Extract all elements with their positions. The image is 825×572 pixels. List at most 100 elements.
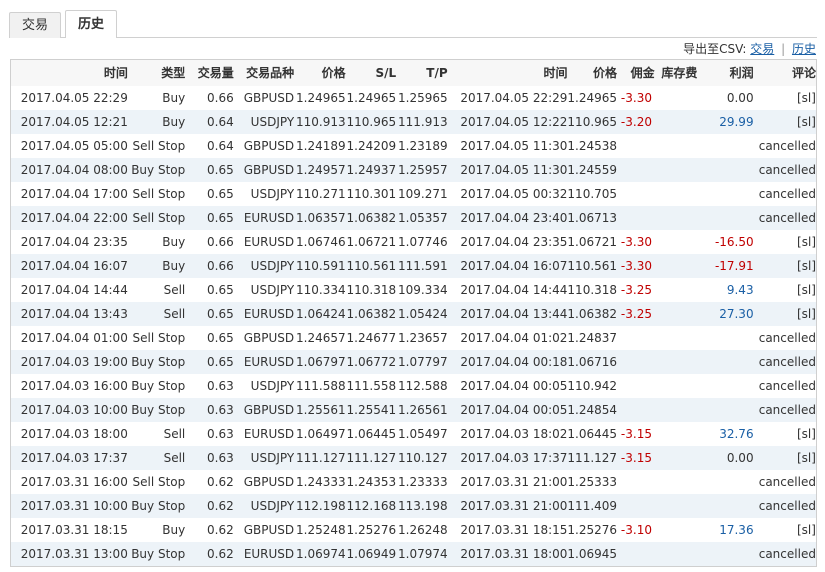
cell-swap [655, 86, 705, 110]
cell-tp: 111.591 [398, 259, 448, 273]
cell-profit [704, 134, 754, 158]
cell-close-price: 1.25276 [567, 523, 617, 537]
cell-open-time: 2017.04.03 16:00 [20, 379, 128, 393]
cell-close-price: 110.942 [567, 379, 617, 393]
cell-swap [655, 158, 705, 182]
cell-swap [655, 398, 705, 422]
header-symbol: 交易品种 [246, 66, 295, 80]
header-open-time: 时间 [103, 66, 128, 80]
cell-comment: [sl] [797, 115, 816, 129]
cell-type: Buy Stop [131, 499, 186, 513]
cell-close-time: 2017.04.04 23:35 [460, 235, 568, 249]
cell-open-time: 2017.04.04 01:00 [20, 331, 128, 345]
cell-swap [655, 470, 705, 494]
cell-open-time: 2017.03.31 16:00 [20, 475, 128, 489]
cell-type: Sell Stop [132, 139, 186, 153]
cell-comment: cancelled [758, 547, 816, 561]
tab-history[interactable]: 历史 [65, 10, 118, 38]
table-row: 2017.03.31 18:15 Buy 0.62 GBPUSD 1.25248 1.25… [11, 518, 816, 542]
cell-sl: 110.301 [346, 187, 397, 201]
tabs-underline [9, 37, 817, 38]
cell-price: 1.06424 [296, 307, 346, 321]
cell-close-time: 2017.04.04 13:44 [460, 307, 568, 321]
cell-volume: 0.65 [207, 187, 234, 201]
cell-sl: 110.561 [346, 259, 397, 273]
cell-profit [704, 182, 754, 206]
cell-profit [704, 542, 754, 566]
cell-profit: 27.30 [719, 307, 754, 321]
table-row: 2017.04.04 08:00 Buy Stop 0.65 GBPUSD 1.2495… [11, 158, 816, 182]
cell-close-time: 2017.04.05 22:29 [460, 91, 568, 105]
cell-tp: 109.271 [398, 187, 448, 201]
cell-tp: 1.07746 [398, 235, 448, 249]
cell-comment: cancelled [758, 379, 816, 393]
cell-open-time: 2017.03.31 10:00 [20, 499, 128, 513]
cell-sl: 1.06382 [346, 211, 397, 225]
cell-commission [617, 182, 655, 206]
cell-close-price: 1.06382 [567, 307, 617, 321]
cell-commission: -3.10 [620, 523, 652, 537]
cell-open-time: 2017.04.03 10:00 [20, 403, 128, 417]
cell-symbol: GBPUSD [243, 475, 295, 489]
cell-price: 110.591 [296, 259, 346, 273]
export-trade-link[interactable]: 交易 [750, 42, 774, 56]
cell-swap [655, 422, 705, 446]
header-type: 类型 [161, 66, 186, 80]
cell-sl: 1.06949 [346, 547, 397, 561]
cell-close-time: 2017.03.31 18:15 [460, 523, 568, 537]
cell-type: Buy Stop [131, 355, 186, 369]
cell-volume: 0.63 [207, 427, 234, 441]
cell-commission: -3.25 [620, 283, 652, 297]
cell-price: 111.127 [296, 451, 346, 465]
table-row: 2017.04.05 22:29 Buy 0.66 GBPUSD 1.24965 1.24… [11, 86, 816, 110]
cell-close-time: 2017.04.03 18:02 [460, 427, 568, 441]
cell-symbol: GBPUSD [243, 523, 295, 537]
cell-type: Sell Stop [132, 475, 186, 489]
cell-commission [617, 134, 655, 158]
cell-tp: 1.05357 [398, 211, 448, 225]
cell-price: 111.588 [296, 379, 346, 393]
cell-price: 110.334 [296, 283, 346, 297]
cell-open-time: 2017.04.03 17:37 [20, 451, 128, 465]
cell-price: 1.06357 [296, 211, 346, 225]
cell-close-price: 111.409 [567, 499, 617, 513]
table-row: 2017.04.03 19:00 Buy Stop 0.65 EURUSD 1.0679… [11, 350, 816, 374]
cell-sl: 111.558 [346, 379, 397, 393]
cell-volume: 0.63 [207, 379, 234, 393]
table-header: 时间 类型 交易量 交易品种 价格 S/L T/P 时间 价格 佣金 库存费 利润 评论 [11, 60, 816, 86]
cell-volume: 0.66 [207, 259, 234, 273]
export-history-link[interactable]: 历史 [792, 42, 816, 56]
table-row: 2017.04.04 17:00 Sell Stop 0.65 USDJPY 110.2… [11, 182, 816, 206]
cell-sl: 1.24677 [346, 331, 397, 345]
cell-type: Buy [162, 523, 186, 537]
cell-commission: -3.25 [620, 307, 652, 321]
cell-volume: 0.64 [207, 115, 234, 129]
cell-tp: 112.588 [398, 379, 448, 393]
cell-close-price: 1.24538 [567, 139, 617, 153]
cell-close-time: 2017.04.04 00:05 [460, 379, 568, 393]
cell-tp: 113.198 [398, 499, 448, 513]
cell-commission: -3.20 [620, 115, 652, 129]
cell-profit: 0.00 [726, 91, 754, 105]
cell-swap [655, 230, 705, 254]
cell-profit: -16.50 [714, 235, 754, 249]
header-sl: S/L [375, 66, 397, 80]
cell-price: 1.25248 [296, 523, 346, 537]
table-row: 2017.04.05 12:21 Buy 0.64 USDJPY 110.913 110.… [11, 110, 816, 134]
cell-comment: [sl] [797, 91, 816, 105]
cell-swap [655, 182, 705, 206]
cell-volume: 0.65 [207, 355, 234, 369]
cell-swap [655, 278, 705, 302]
cell-type: Sell Stop [132, 187, 186, 201]
cell-close-time: 2017.04.05 11:30 [460, 139, 568, 153]
cell-close-time: 2017.04.05 11:30 [460, 163, 568, 177]
tab-trade[interactable]: 交易 [9, 12, 62, 38]
cell-tp: 1.23333 [398, 475, 448, 489]
cell-comment: cancelled [758, 331, 816, 345]
cell-volume: 0.65 [207, 283, 234, 297]
table-row: 2017.03.31 16:00 Sell Stop 0.62 GBPUSD 1.243… [11, 470, 816, 494]
cell-swap [655, 446, 705, 470]
cell-profit: 32.76 [719, 427, 754, 441]
cell-price: 1.24657 [296, 331, 346, 345]
cell-close-price: 110.318 [567, 283, 617, 297]
